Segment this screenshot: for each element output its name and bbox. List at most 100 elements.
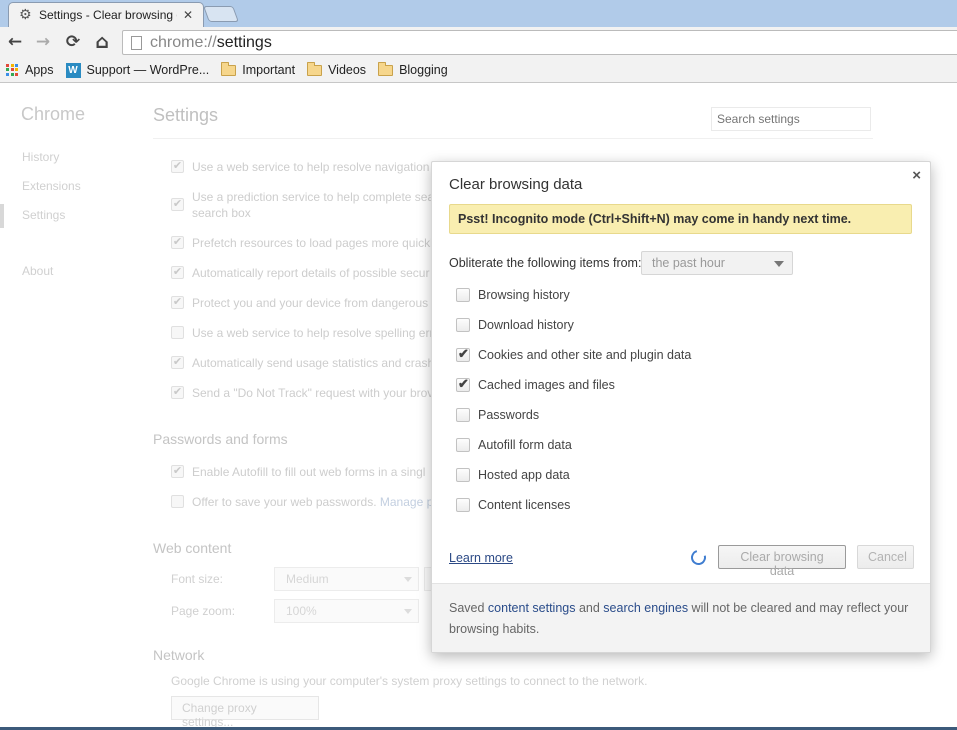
sidebar-item-history[interactable]: History [22, 150, 59, 164]
item-label: Cached images and files [478, 378, 615, 392]
privacy-option[interactable]: ✔ Automatically report details of possibl… [171, 265, 429, 281]
item-label: Content licenses [478, 498, 571, 512]
time-range-select[interactable]: the past hour [641, 251, 793, 275]
wordpress-icon: W [65, 62, 81, 78]
checkbox-unchecked[interactable] [456, 408, 470, 422]
section-title-passwords: Passwords and forms [153, 431, 288, 447]
forward-icon[interactable]: → [33, 32, 53, 52]
clear-item-browsing-history[interactable]: Browsing history [456, 288, 570, 302]
change-proxy-settings-button[interactable]: Change proxy settings... [171, 696, 319, 727]
divider [153, 138, 873, 139]
tab-title: Settings - Clear browsing data [39, 8, 177, 22]
passwords-option[interactable]: ✔ Enable Autofill to fill out web forms i… [171, 464, 425, 480]
privacy-option[interactable]: ✔ Use a prediction service to help comple… [171, 189, 434, 221]
checkbox-checked[interactable]: ✔ [171, 465, 184, 478]
apps-grid-icon [6, 63, 19, 77]
page-zoom-select[interactable]: 100% [274, 599, 419, 623]
clear-item-cache[interactable]: ✔ Cached images and files [456, 376, 615, 392]
option-label-line1: Use a prediction service to help complet… [192, 190, 435, 204]
bookmarks-bar: Apps W Support — WordPre... Important Vi… [0, 58, 957, 83]
sidebar-active-marker [0, 204, 4, 228]
bookmark-label: Important [242, 63, 296, 77]
home-icon[interactable]: ⌂ [92, 32, 112, 52]
bookmark-label: Blogging [399, 63, 448, 77]
checkbox-unchecked[interactable] [456, 498, 470, 512]
option-label: Automatically send usage statistics and … [192, 356, 435, 370]
folder-icon [307, 61, 323, 76]
checkbox-checked[interactable]: ✔ [171, 236, 184, 249]
option-label: Prefetch resources to load pages more qu… [192, 236, 433, 250]
checkbox-unchecked[interactable] [171, 495, 184, 508]
option-label: Automatically report details of possible… [192, 266, 430, 280]
bookmark-wordpress[interactable]: W Support — WordPre... [65, 62, 210, 78]
bookmark-apps[interactable]: Apps [6, 63, 54, 77]
checkbox-checked[interactable]: ✔ [171, 296, 184, 309]
option-label: Use a web service to help resolve naviga… [192, 160, 440, 174]
checkbox-checked[interactable]: ✔ [456, 376, 470, 392]
dialog-footer: Saved content settings and search engine… [432, 583, 930, 652]
checkbox-checked[interactable]: ✔ [171, 386, 184, 399]
checkbox-unchecked[interactable] [171, 326, 184, 339]
sidebar-item-about[interactable]: About [22, 264, 53, 278]
cancel-button[interactable]: Cancel [857, 545, 914, 569]
clear-item-autofill[interactable]: Autofill form data [456, 438, 572, 452]
font-size-select[interactable]: Medium [274, 567, 419, 591]
bookmark-blogging[interactable]: Blogging [378, 61, 448, 77]
item-label: Hosted app data [478, 468, 570, 482]
item-label: Cookies and other site and plugin data [478, 348, 692, 362]
dropdown-arrow-icon [404, 609, 412, 614]
bookmark-label: Videos [328, 63, 367, 77]
checkbox-checked[interactable]: ✔ [171, 160, 184, 173]
search-settings-input[interactable] [711, 107, 871, 131]
checkmark-icon: ✔ [458, 376, 469, 391]
sidebar-item-settings[interactable]: Settings [22, 208, 65, 222]
checkbox-checked[interactable]: ✔ [171, 356, 184, 369]
checkbox-unchecked[interactable] [456, 468, 470, 482]
option-label: Send a "Do Not Track" request with your … [192, 386, 434, 400]
content-settings-link[interactable]: content settings [488, 601, 576, 615]
clear-item-content-licenses[interactable]: Content licenses [456, 498, 570, 512]
clear-item-cookies[interactable]: ✔ Cookies and other site and plugin data [456, 346, 692, 362]
tab-settings[interactable]: ⚙ Settings - Clear browsing data ✕ [8, 2, 204, 27]
checkbox-checked[interactable]: ✔ [456, 346, 470, 362]
privacy-option[interactable]: ✔ Use a web service to help resolve navig… [171, 159, 439, 175]
clear-item-download-history[interactable]: Download history [456, 318, 574, 332]
dropdown-arrow-icon [404, 577, 412, 582]
clear-browsing-data-button[interactable]: Clear browsing data [718, 545, 846, 578]
privacy-option[interactable]: ✔ Prefetch resources to load pages more q… [171, 235, 433, 251]
sidebar-item-extensions[interactable]: Extensions [22, 179, 81, 193]
privacy-option[interactable]: Use a web service to help resolve spelli… [171, 325, 433, 341]
select-value: 100% [286, 604, 317, 618]
footer-text: Saved [449, 601, 488, 615]
clear-item-passwords[interactable]: Passwords [456, 408, 539, 422]
clear-item-hosted-app-data[interactable]: Hosted app data [456, 468, 570, 482]
bookmark-label: Support — WordPre... [86, 63, 210, 77]
manage-passwords-link[interactable]: Manage p [380, 494, 433, 510]
option-label: Protect you and your device from dangero… [192, 296, 429, 310]
checkbox-unchecked[interactable] [456, 438, 470, 452]
passwords-option[interactable]: Offer to save your web passwords. Manage… [171, 494, 433, 510]
checkbox-checked[interactable]: ✔ [171, 198, 184, 211]
clear-browsing-data-dialog: Clear browsing data × Psst! Incognito mo… [431, 161, 931, 653]
search-engines-link[interactable]: search engines [603, 601, 688, 615]
close-icon[interactable]: × [912, 167, 921, 184]
privacy-option[interactable]: ✔ Protect you and your device from danger… [171, 295, 428, 311]
learn-more-link[interactable]: Learn more [449, 551, 513, 565]
privacy-option[interactable]: ✔ Send a "Do Not Track" request with your… [171, 385, 433, 401]
bookmark-important[interactable]: Important [221, 61, 296, 77]
option-label: Offer to save your web passwords. [192, 495, 377, 509]
reload-icon[interactable]: ⟳ [63, 32, 83, 52]
address-bar[interactable]: chrome://settings [122, 30, 957, 55]
bookmark-label: Apps [25, 63, 54, 77]
new-tab-button[interactable] [203, 6, 239, 22]
option-label: Use a prediction service to help complet… [192, 189, 434, 221]
privacy-option[interactable]: ✔ Automatically send usage statistics and… [171, 355, 434, 371]
tab-close-icon[interactable]: ✕ [183, 8, 193, 22]
checkbox-unchecked[interactable] [456, 318, 470, 332]
back-icon[interactable]: ← [5, 32, 25, 52]
checkbox-unchecked[interactable] [456, 288, 470, 302]
page-zoom-label: Page zoom: [171, 604, 236, 618]
bookmark-videos[interactable]: Videos [307, 61, 367, 77]
checkbox-checked[interactable]: ✔ [171, 266, 184, 279]
folder-icon [378, 61, 394, 76]
